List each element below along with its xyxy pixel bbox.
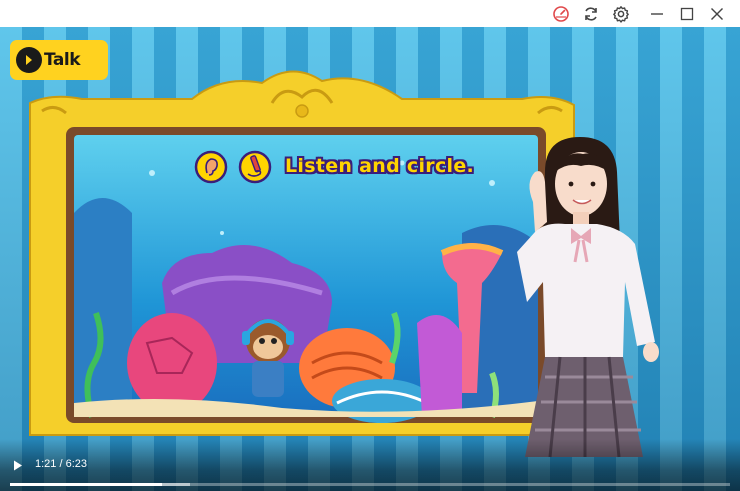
maximize-button[interactable] — [672, 0, 702, 27]
video-player[interactable]: Talk Listen and circle. 1:21 / 6:23 — [0, 27, 740, 491]
speed-icon — [553, 5, 569, 22]
minimize-icon — [651, 12, 663, 15]
progress-bar[interactable] — [10, 483, 730, 486]
ear-icon — [194, 150, 228, 184]
refresh-icon — [585, 6, 597, 21]
pencil-icon — [238, 150, 272, 184]
window-titlebar — [0, 0, 740, 27]
play-button[interactable] — [10, 457, 26, 473]
presenter — [517, 137, 659, 458]
close-icon — [711, 7, 723, 20]
player-controls: 1:21 / 6:23 — [0, 439, 740, 491]
play-icon — [14, 460, 22, 470]
lesson-instruction: Listen and circle. — [285, 155, 475, 177]
time-display: 1:21 / 6:23 — [35, 458, 87, 470]
lesson-frame — [29, 70, 575, 436]
maximize-icon — [680, 7, 694, 20]
minimize-button[interactable] — [642, 0, 672, 27]
speed-button[interactable] — [546, 0, 576, 27]
progress-played — [10, 483, 162, 486]
settings-button[interactable] — [606, 0, 636, 27]
refresh-button[interactable] — [576, 0, 606, 27]
close-button[interactable] — [702, 0, 732, 27]
settings-icon — [613, 5, 629, 23]
